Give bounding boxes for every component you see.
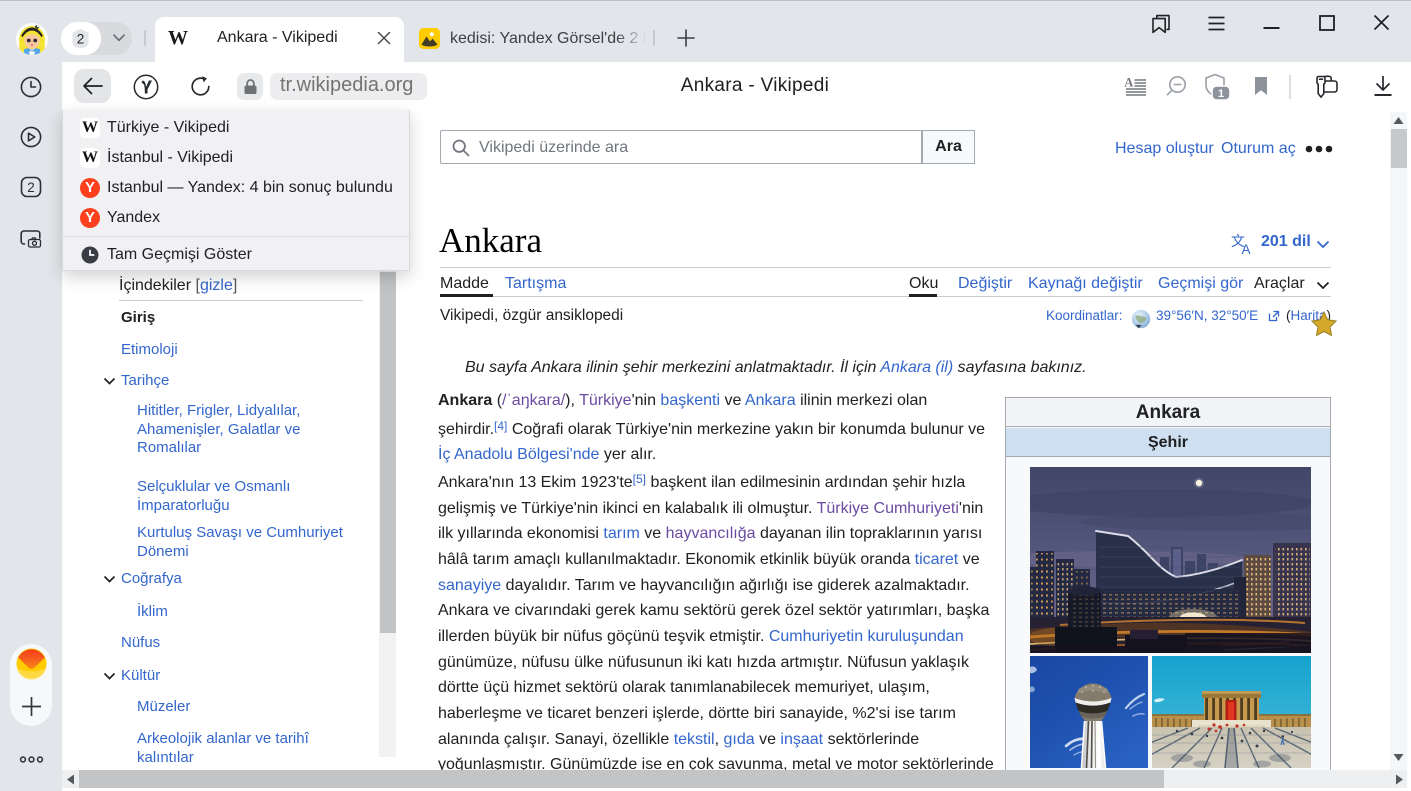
svg-text:A: A	[1124, 76, 1133, 90]
svg-text:2: 2	[27, 180, 35, 195]
svg-text:1: 1	[1218, 88, 1224, 100]
svg-text:A: A	[1242, 242, 1251, 255]
svg-text:2: 2	[77, 31, 85, 46]
